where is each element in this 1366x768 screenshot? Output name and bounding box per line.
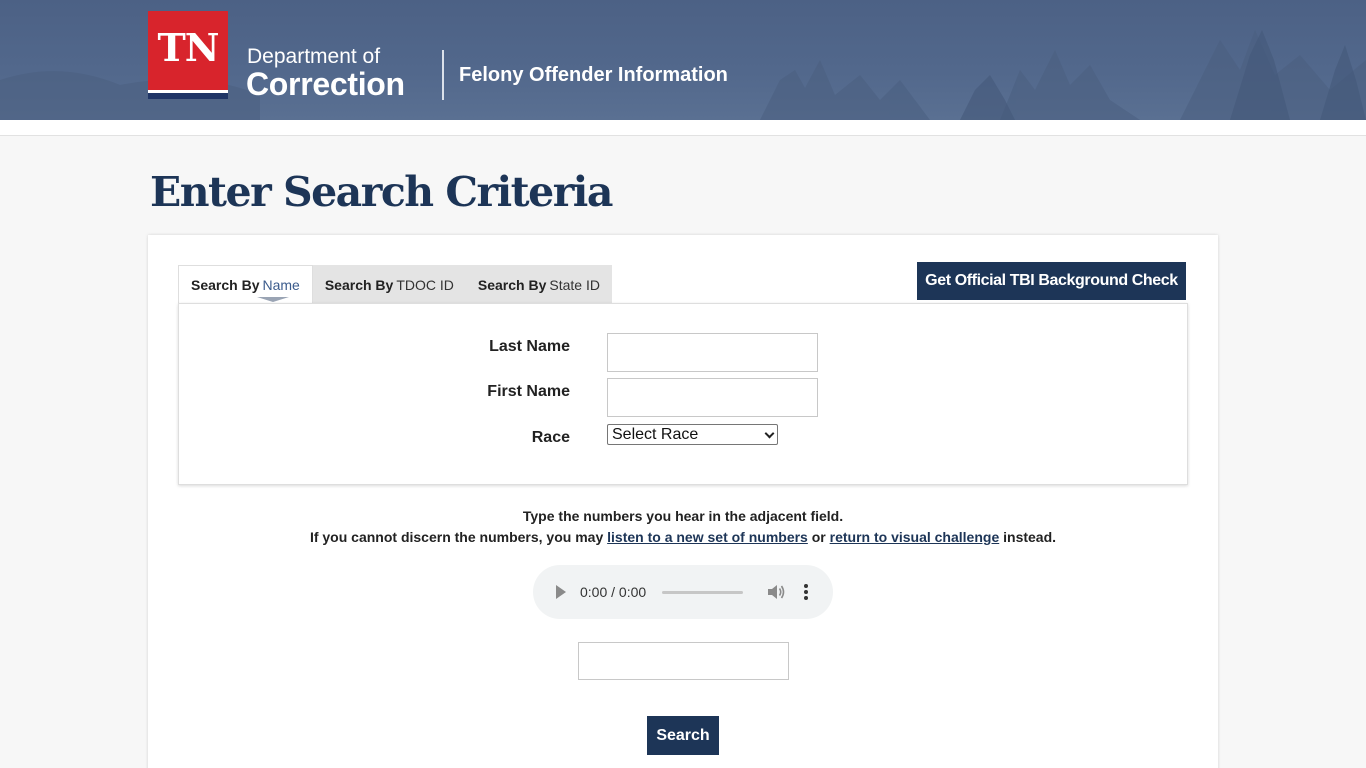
- first-name-input[interactable]: [607, 378, 818, 417]
- dept-name-line2: Correction: [246, 66, 405, 102]
- race-select-value: Select Race: [612, 426, 699, 443]
- tab-label: TDOC ID: [396, 276, 454, 293]
- header-strip: [0, 120, 1366, 136]
- more-options-icon[interactable]: [803, 583, 809, 601]
- audio-progress-track[interactable]: [662, 591, 743, 594]
- captcha-suffix: instead.: [1003, 529, 1057, 545]
- new-numbers-link[interactable]: listen to a new set of numbers: [607, 529, 808, 545]
- search-button[interactable]: Search: [647, 716, 719, 755]
- search-tabs: Search By Name Search By TDOC ID Search …: [178, 265, 612, 304]
- tab-label-bold: Search By: [191, 277, 260, 293]
- chevron-down-icon: [764, 428, 775, 439]
- tab-search-by-name[interactable]: Search By Name: [178, 265, 313, 304]
- captcha-alternative-text: If you cannot discern the numbers, you m…: [0, 529, 1366, 545]
- volume-icon[interactable]: [766, 583, 786, 601]
- race-label: Race: [531, 429, 570, 446]
- site-title[interactable]: Felony Offender Information: [459, 64, 728, 87]
- captcha-or-text: or: [811, 529, 826, 545]
- logo-stripe-blue: [148, 93, 228, 99]
- last-name-label: Last Name: [489, 338, 570, 355]
- tbi-background-check-button[interactable]: Get Official TBI Background Check: [917, 262, 1186, 300]
- captcha-audio-player: 0:00 / 0:00: [533, 565, 833, 619]
- captcha-instruction: Type the numbers you hear in the adjacen…: [522, 508, 844, 524]
- race-select[interactable]: Select Race: [607, 424, 778, 445]
- visual-challenge-link[interactable]: return to visual challenge: [830, 529, 1000, 545]
- tn-logo[interactable]: TN: [148, 11, 228, 99]
- tab-label-bold: Search By: [477, 276, 547, 293]
- active-tab-caret-icon: [257, 297, 289, 302]
- page-title: Enter Search Criteria: [150, 168, 613, 216]
- header-divider: [442, 50, 444, 100]
- tab-search-by-tdoc-id[interactable]: Search By TDOC ID: [312, 265, 466, 304]
- tab-label: Name: [262, 277, 300, 293]
- audio-time: 0:00 / 0:00: [580, 584, 647, 600]
- site-header: TN Department of Correction Felony Offen…: [0, 0, 1366, 120]
- play-icon[interactable]: [556, 585, 566, 599]
- captcha-alt-prefix: If you cannot discern the numbers, you m…: [309, 529, 604, 545]
- last-name-input[interactable]: [607, 333, 818, 372]
- captcha-answer-input[interactable]: [578, 642, 789, 680]
- tab-label: State ID: [549, 276, 600, 293]
- tab-label-bold: Search By: [324, 276, 394, 293]
- tab-search-by-state-id[interactable]: Search By State ID: [465, 265, 612, 304]
- first-name-label: First Name: [487, 383, 570, 400]
- logo-text: TN: [157, 25, 219, 70]
